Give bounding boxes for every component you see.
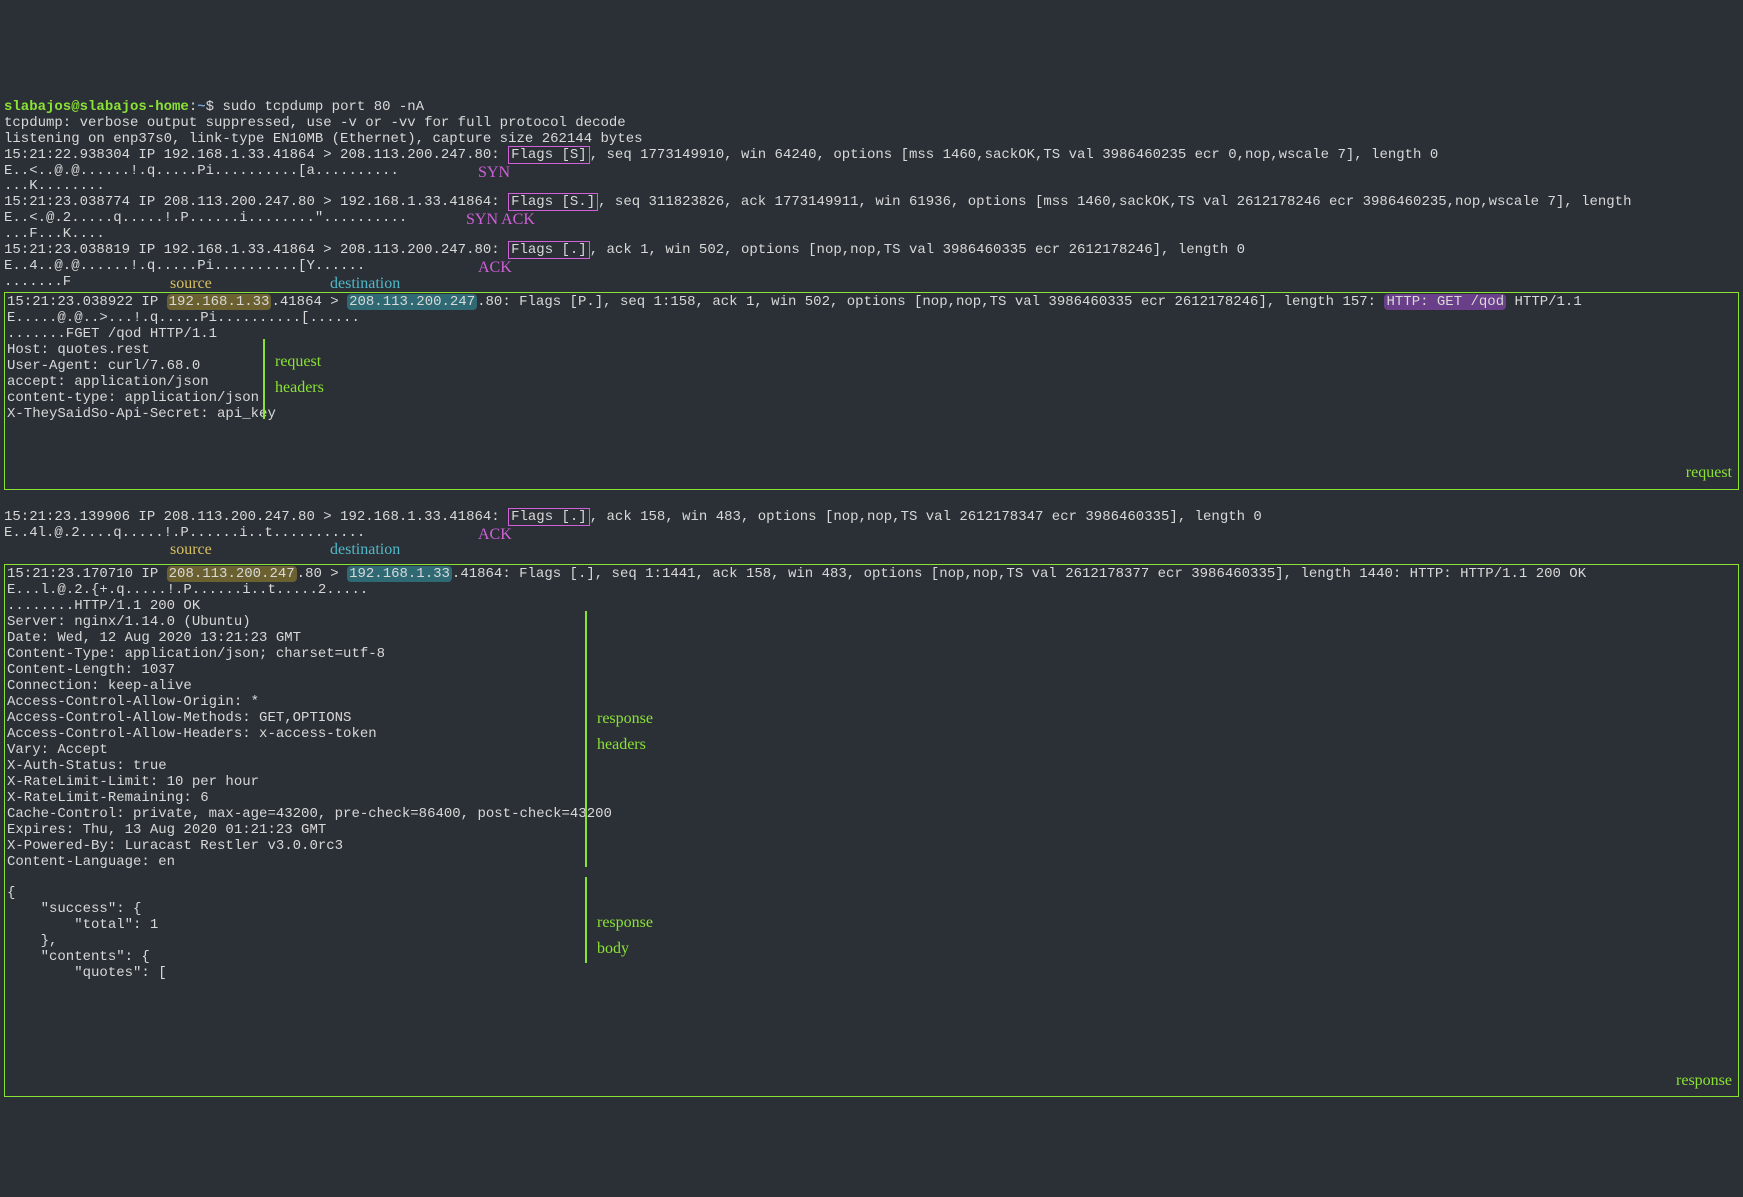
- flags-box: Flags [S.]: [508, 193, 598, 211]
- http-request-line: HTTP: GET /qod: [1384, 294, 1506, 310]
- response-hex2: ........HTTP/1.1 200 OK: [7, 598, 200, 614]
- response-header: Server: nginx/1.14.0 (Ubuntu): [7, 614, 251, 630]
- prompt-path: ~: [197, 99, 205, 115]
- packet-2: 15:21:23.038774 IP 208.113.200.247.80 > …: [4, 193, 1631, 211]
- response-body-label-a: response: [597, 914, 653, 932]
- packet-1: 15:21:22.938304 IP 192.168.1.33.41864 > …: [4, 146, 1438, 164]
- response-body-pipe: [585, 877, 587, 963]
- flags-box: Flags [.]: [508, 241, 590, 259]
- response-body-line: "quotes": [: [7, 965, 167, 981]
- source-ip: 208.113.200.247: [167, 566, 297, 582]
- ack-label: ACK: [478, 259, 512, 277]
- packet-2-hex: E..<.@.2.....q.....!.P......i........"..…: [4, 210, 407, 226]
- response-header: Vary: Accept: [7, 742, 108, 758]
- response-body-line: {: [7, 885, 15, 901]
- dest-ip: 192.168.1.33: [347, 566, 452, 582]
- packet-3: 15:21:23.038819 IP 192.168.1.33.41864 > …: [4, 241, 1245, 259]
- packet-3-hex: E..4..@.@......!.q.....Pi..........[Y...…: [4, 258, 365, 274]
- response-header: X-Powered-By: Luracast Restler v3.0.0rc3: [7, 838, 343, 854]
- response-body-label-b: body: [597, 940, 629, 958]
- prompt-dollar: $: [206, 99, 223, 115]
- request-hex: E.....@.@..>...!.q.....Pi..........[....…: [7, 310, 360, 326]
- packet-2-hex2: ...F...K....: [4, 226, 105, 242]
- response-body-line: "contents": {: [7, 949, 150, 965]
- response-body-line: "success": {: [7, 901, 141, 917]
- command: sudo tcpdump port 80 -nA: [222, 99, 424, 115]
- response-body-line: "total": 1: [7, 917, 158, 933]
- destination-label: destination: [330, 275, 400, 293]
- request-hex2: .......FGET /qod HTTP/1.1: [7, 326, 217, 342]
- response-header: Access-Control-Allow-Headers: x-access-t…: [7, 726, 377, 742]
- response-headers-label-a: response: [597, 710, 653, 728]
- packet-1-hex2: ...K........: [4, 178, 105, 194]
- prompt-sep: :: [189, 99, 197, 115]
- response-headers-pipe: [585, 611, 587, 867]
- prompt-line: slabajos@slabajos-home:~$ sudo tcpdump p…: [4, 99, 424, 115]
- request-box-label: request: [1686, 464, 1732, 482]
- source-label-2: source: [170, 541, 212, 559]
- request-header: content-type: application/json: [7, 390, 259, 406]
- response-headers-label-b: headers: [597, 736, 646, 754]
- flags-box: Flags [.]: [508, 508, 590, 526]
- request-header: accept: application/json: [7, 374, 209, 390]
- request-box: 15:21:23.038922 IP 192.168.1.33.41864 > …: [4, 292, 1739, 489]
- dest-ip: 208.113.200.247: [347, 294, 477, 310]
- request-header: Host: quotes.rest: [7, 342, 150, 358]
- terminal[interactable]: slabajos@slabajos-home:~$ sudo tcpdump p…: [0, 80, 1743, 1117]
- packet-1-hex: E..<..@.@......!.q.....Pi..........[a...…: [4, 163, 399, 179]
- response-box-label: response: [1676, 1072, 1732, 1090]
- response-header: Connection: keep-alive: [7, 678, 192, 694]
- request-header: User-Agent: curl/7.68.0: [7, 358, 200, 374]
- response-header: Date: Wed, 12 Aug 2020 13:21:23 GMT: [7, 630, 301, 646]
- request-packet: 15:21:23.038922 IP 192.168.1.33.41864 > …: [7, 294, 1582, 310]
- response-header: Access-Control-Allow-Methods: GET,OPTION…: [7, 710, 351, 726]
- response-packet: 15:21:23.170710 IP 208.113.200.247.80 > …: [7, 566, 1586, 582]
- response-header: Expires: Thu, 13 Aug 2020 01:21:23 GMT: [7, 822, 326, 838]
- request-headers-label-a: request: [275, 353, 321, 371]
- packet-4: 15:21:23.139906 IP 208.113.200.247.80 > …: [4, 508, 1262, 526]
- response-body-line: },: [7, 933, 57, 949]
- response-header: Content-Type: application/json; charset=…: [7, 646, 385, 662]
- response-header: Access-Control-Allow-Origin: *: [7, 694, 259, 710]
- source-ip: 192.168.1.33: [167, 294, 272, 310]
- response-hex: E...l.@.2.{+.q.....!.P......i..t.....2..…: [7, 582, 368, 598]
- response-box: 15:21:23.170710 IP 208.113.200.247.80 > …: [4, 564, 1739, 1096]
- syn-label: SYN: [478, 164, 510, 182]
- response-header: X-RateLimit-Remaining: 6: [7, 790, 209, 806]
- tcpdump-banner-1: tcpdump: verbose output suppressed, use …: [4, 115, 626, 131]
- source-label: source: [170, 275, 212, 293]
- tcpdump-banner-2: listening on enp37s0, link-type EN10MB (…: [4, 131, 643, 147]
- request-headers-label-b: headers: [275, 379, 324, 397]
- response-header: Cache-Control: private, max-age=43200, p…: [7, 806, 612, 822]
- response-header: X-RateLimit-Limit: 10 per hour: [7, 774, 259, 790]
- destination-label-2: destination: [330, 541, 400, 559]
- flags-box: Flags [S]: [508, 146, 590, 164]
- packet-4-hex: E..4l.@.2....q.....!.P......i..t........…: [4, 525, 365, 541]
- request-headers-pipe: [263, 339, 265, 419]
- response-header: Content-Language: en: [7, 854, 175, 870]
- request-header: X-TheySaidSo-Api-Secret: api_key: [7, 406, 276, 422]
- response-header: Content-Length: 1037: [7, 662, 175, 678]
- response-header: X-Auth-Status: true: [7, 758, 167, 774]
- ack-label-2: ACK: [478, 526, 512, 544]
- packet-3-hex2: .......F: [4, 274, 71, 290]
- prompt-user: slabajos@slabajos-home: [4, 99, 189, 115]
- synack-label: SYN ACK: [466, 211, 535, 229]
